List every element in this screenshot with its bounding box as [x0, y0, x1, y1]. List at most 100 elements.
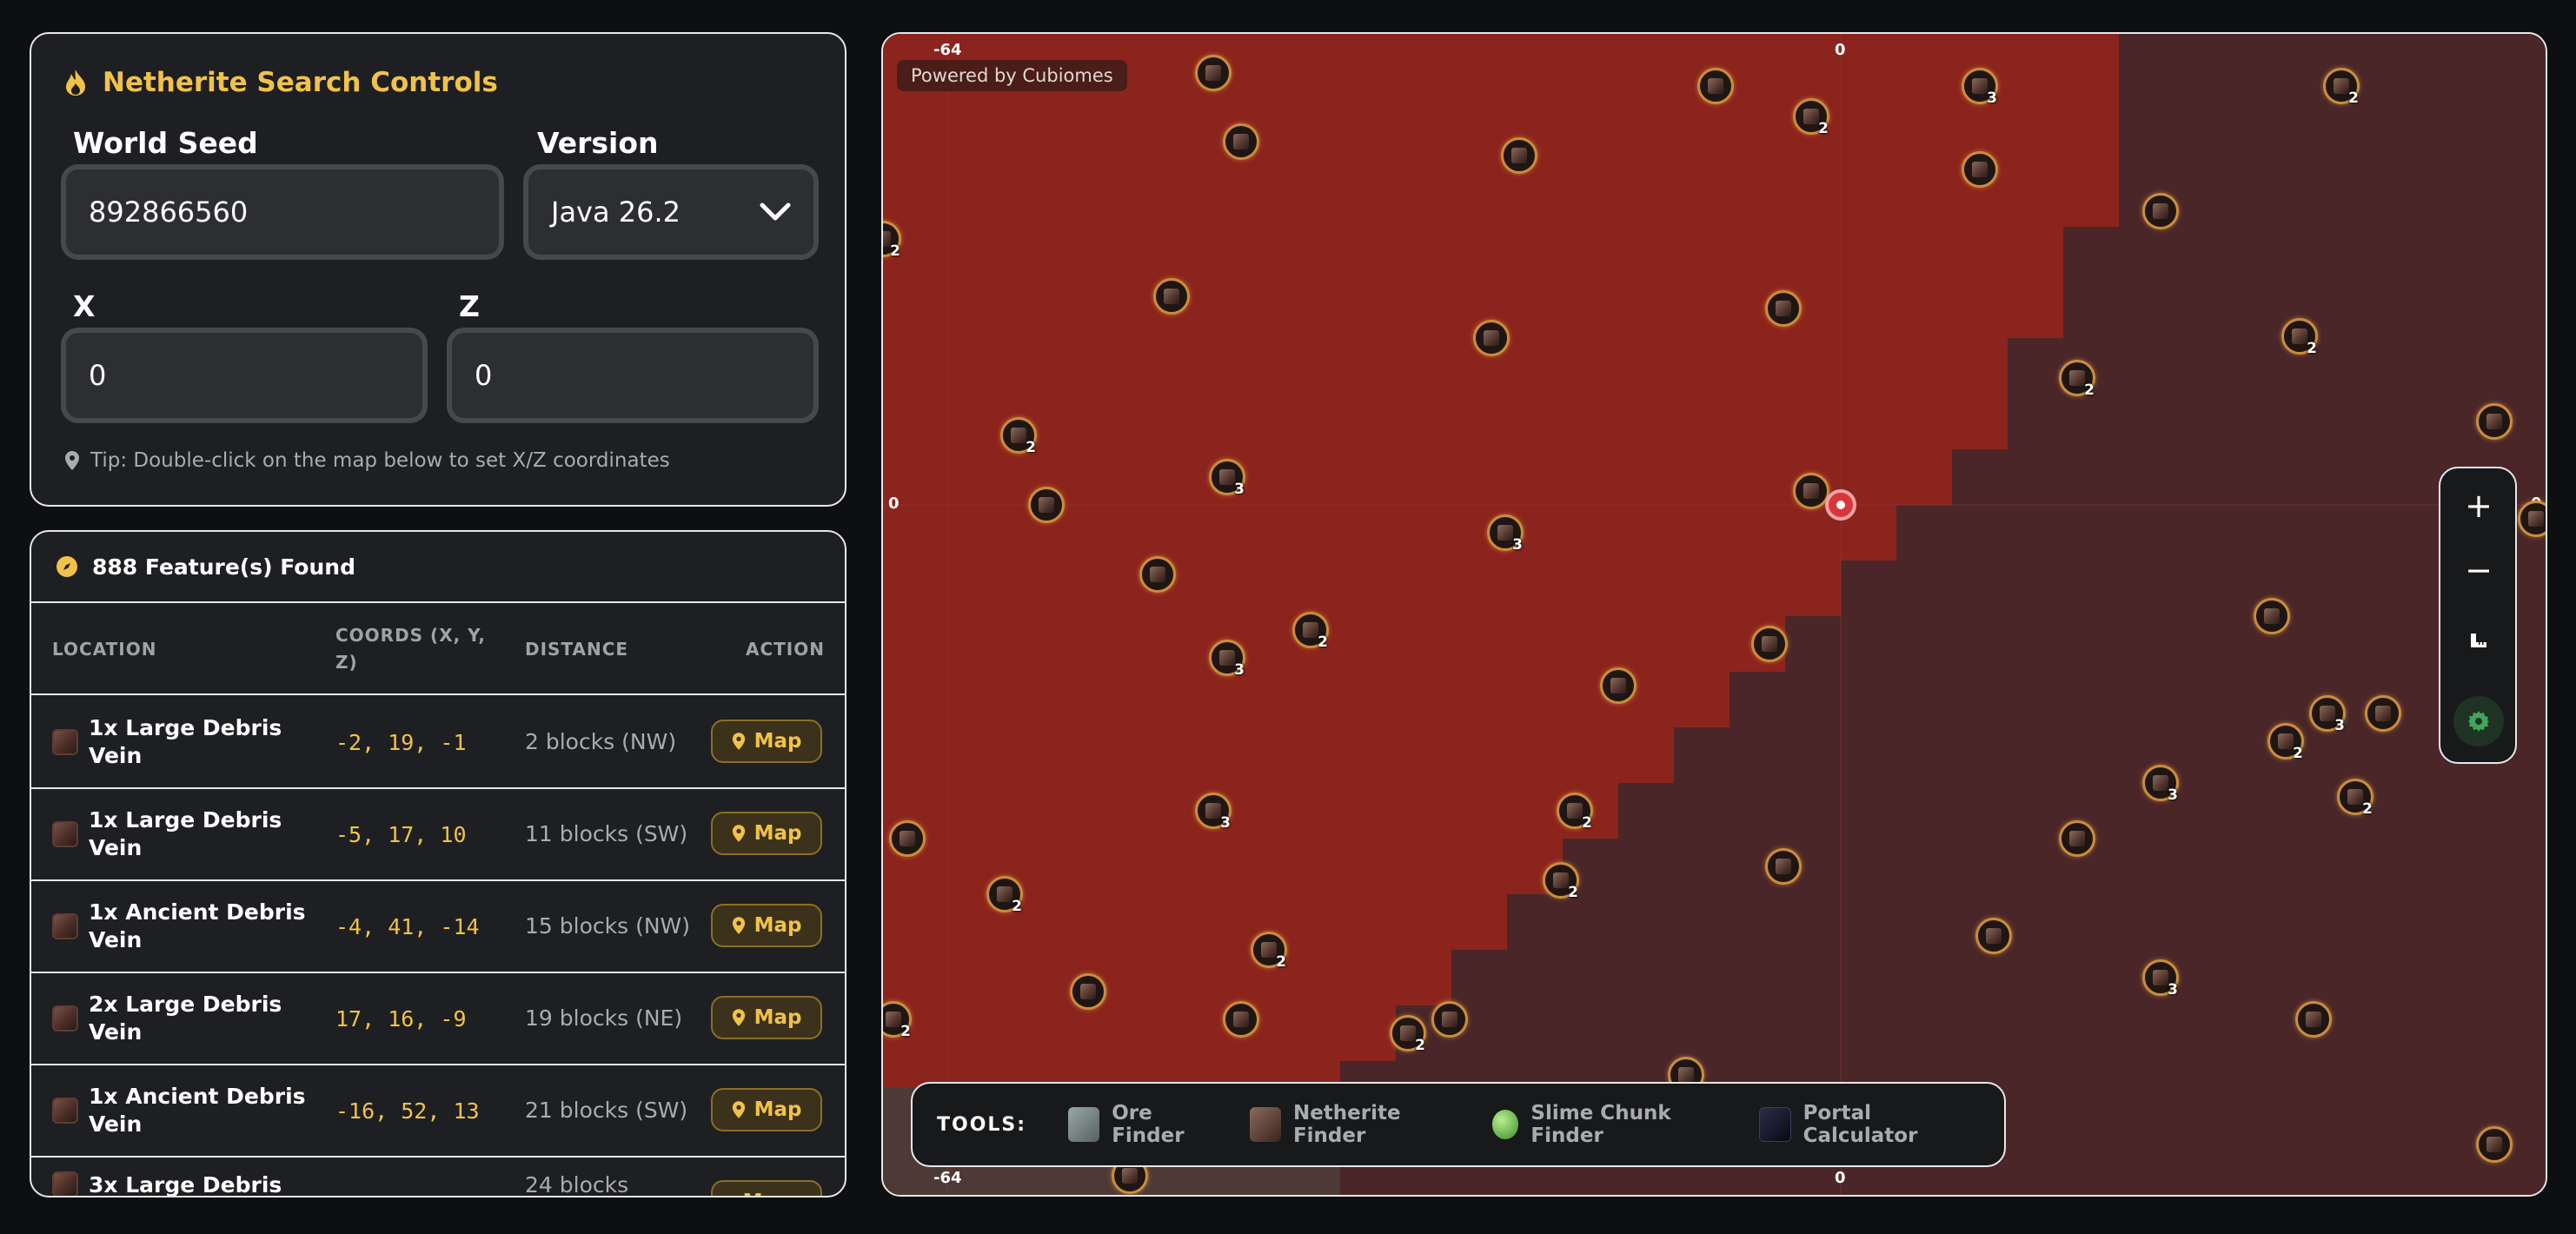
col-action: ACTION [746, 639, 825, 660]
debris-marker[interactable] [2476, 403, 2513, 440]
debris-marker[interactable]: 2 [1793, 98, 1829, 137]
version-value: Java 26.2 [551, 196, 681, 229]
debris-marker[interactable] [889, 820, 926, 857]
ancient-debris-icon [52, 1005, 78, 1032]
ore-block-icon [1068, 1107, 1100, 1142]
z-value: 0 [475, 359, 493, 392]
debris-marker[interactable] [2518, 501, 2546, 537]
tool-ore-finder[interactable]: Ore Finder [1068, 1102, 1220, 1147]
debris-marker[interactable]: 3 [2309, 695, 2346, 734]
axis-label-top-center: 0 [1835, 41, 1846, 59]
measure-button[interactable] [2453, 614, 2504, 665]
map-button[interactable]: Map [711, 1180, 822, 1196]
debris-marker[interactable] [1975, 918, 2012, 954]
map-button[interactable]: Map [711, 1088, 822, 1131]
debris-marker[interactable] [1223, 123, 1259, 160]
debris-marker[interactable] [1962, 151, 1998, 188]
debris-marker[interactable] [1139, 556, 1176, 593]
debris-marker[interactable]: 2 [1000, 417, 1037, 456]
debris-marker[interactable]: 2 [1292, 612, 1329, 651]
debris-marker[interactable]: 3 [2142, 959, 2179, 998]
debris-marker[interactable] [2059, 820, 2095, 857]
map-button[interactable]: Map [711, 720, 822, 763]
debris-marker[interactable]: 2 [883, 1001, 912, 1040]
tip-text: Tip: Double-click on the map below to se… [90, 449, 670, 472]
tool-label: Portal Calculator [1803, 1102, 1918, 1147]
debris-marker[interactable] [2254, 598, 2290, 634]
distance-cell: 15 blocks (NW) [525, 913, 690, 939]
flame-icon [66, 70, 85, 96]
debris-marker[interactable] [1697, 68, 1734, 104]
debris-marker[interactable] [2142, 193, 2179, 229]
zoom-in-button[interactable]: + [2453, 481, 2504, 531]
debris-marker[interactable]: 3 [1962, 68, 1998, 107]
debris-marker[interactable]: 3 [1209, 640, 1245, 679]
table-row: 1x Large Debris Vein -5, 17, 10 11 block… [31, 789, 845, 881]
debris-marker[interactable] [1751, 626, 1788, 662]
debris-marker[interactable]: 2 [2337, 779, 2374, 818]
debris-marker[interactable]: 3 [1195, 793, 1232, 832]
map-button[interactable]: Map [711, 812, 822, 855]
debris-marker[interactable] [2295, 1001, 2332, 1038]
location-text: 3x Large Debris [89, 1172, 282, 1198]
settings-button[interactable] [2453, 696, 2504, 746]
map-controls: + − [2439, 467, 2517, 764]
chevron-down-icon [760, 202, 791, 221]
debris-marker[interactable] [1765, 290, 1802, 327]
tool-label: Slime Chunk Finder [1530, 1102, 1671, 1147]
map-button[interactable]: Map [711, 996, 822, 1039]
debris-marker[interactable]: 2 [1251, 932, 1287, 971]
debris-marker[interactable] [1028, 487, 1065, 523]
debris-marker[interactable] [1765, 848, 1802, 885]
z-input[interactable]: 0 [447, 328, 819, 423]
tool-slime-chunk-finder[interactable]: Slime Chunk Finder [1491, 1102, 1730, 1147]
table-row: 1x Ancient Debris Vein -16, 52, 13 21 bl… [31, 1065, 845, 1158]
tool-portal-calculator[interactable]: Portal Calculator [1759, 1102, 1975, 1147]
map-pin-icon [732, 825, 745, 842]
axis-label-top-left: -64 [933, 41, 962, 59]
debris-marker[interactable]: 2 [2281, 318, 2318, 357]
debris-marker[interactable]: 3 [2142, 765, 2179, 804]
debris-marker[interactable]: 2 [1557, 793, 1593, 832]
version-select[interactable]: Java 26.2 [523, 164, 819, 260]
debris-marker[interactable] [1223, 1001, 1259, 1038]
debris-marker[interactable] [2476, 1126, 2513, 1163]
map-pin-icon [732, 1009, 745, 1026]
obsidian-block-icon [1759, 1107, 1791, 1142]
debris-marker[interactable] [1793, 473, 1829, 509]
seed-input[interactable]: 892866560 [61, 164, 504, 260]
debris-marker[interactable] [1431, 1001, 1468, 1038]
debris-marker[interactable] [1153, 278, 1190, 315]
debris-marker[interactable]: 2 [2059, 360, 2095, 399]
zoom-out-button[interactable]: − [2453, 545, 2504, 595]
debris-marker[interactable]: 3 [1209, 459, 1245, 498]
selected-location-marker[interactable] [1825, 489, 1856, 521]
debris-marker[interactable]: 2 [1543, 862, 1579, 901]
map-button-label: Map [754, 822, 802, 845]
debris-marker[interactable] [1473, 320, 1510, 356]
debris-marker[interactable]: 2 [986, 876, 1023, 915]
biome-map[interactable]: Powered by Cubiomes -64 0 0 0 -64 0 2 3 … [881, 32, 2547, 1197]
debris-marker[interactable] [1501, 137, 1537, 174]
debris-marker[interactable] [1195, 55, 1232, 91]
debris-marker[interactable]: 2 [2267, 723, 2304, 762]
debris-marker[interactable] [1070, 973, 1106, 1010]
location-cell: 1x Large Debris Vein [52, 697, 322, 787]
tool-netherite-finder[interactable]: Netherite Finder [1249, 1102, 1463, 1147]
debris-marker[interactable]: 2 [1390, 1015, 1426, 1054]
results-header: 888 Feature(s) Found [31, 532, 845, 603]
table-row: 1x Large Debris Vein -2, 19, -1 2 blocks… [31, 697, 845, 789]
map-pin-icon [732, 733, 745, 750]
debris-marker[interactable] [2365, 695, 2401, 732]
map-button[interactable]: Map [711, 904, 822, 947]
distance-cell: 21 blocks (SW) [525, 1098, 688, 1123]
tip-text-row: Tip: Double-click on the map below to se… [64, 449, 670, 472]
coords-cell: -16, 52, 13 [335, 1098, 480, 1124]
map-pin-icon [732, 1101, 745, 1118]
x-input[interactable]: 0 [61, 328, 428, 423]
debris-marker[interactable]: 3 [1487, 514, 1524, 554]
panel-title: Netherite Search Controls [64, 67, 498, 98]
debris-marker[interactable] [1600, 667, 1637, 704]
distance-cell: 2 blocks (NW) [525, 729, 677, 754]
debris-marker[interactable]: 2 [2323, 68, 2360, 107]
